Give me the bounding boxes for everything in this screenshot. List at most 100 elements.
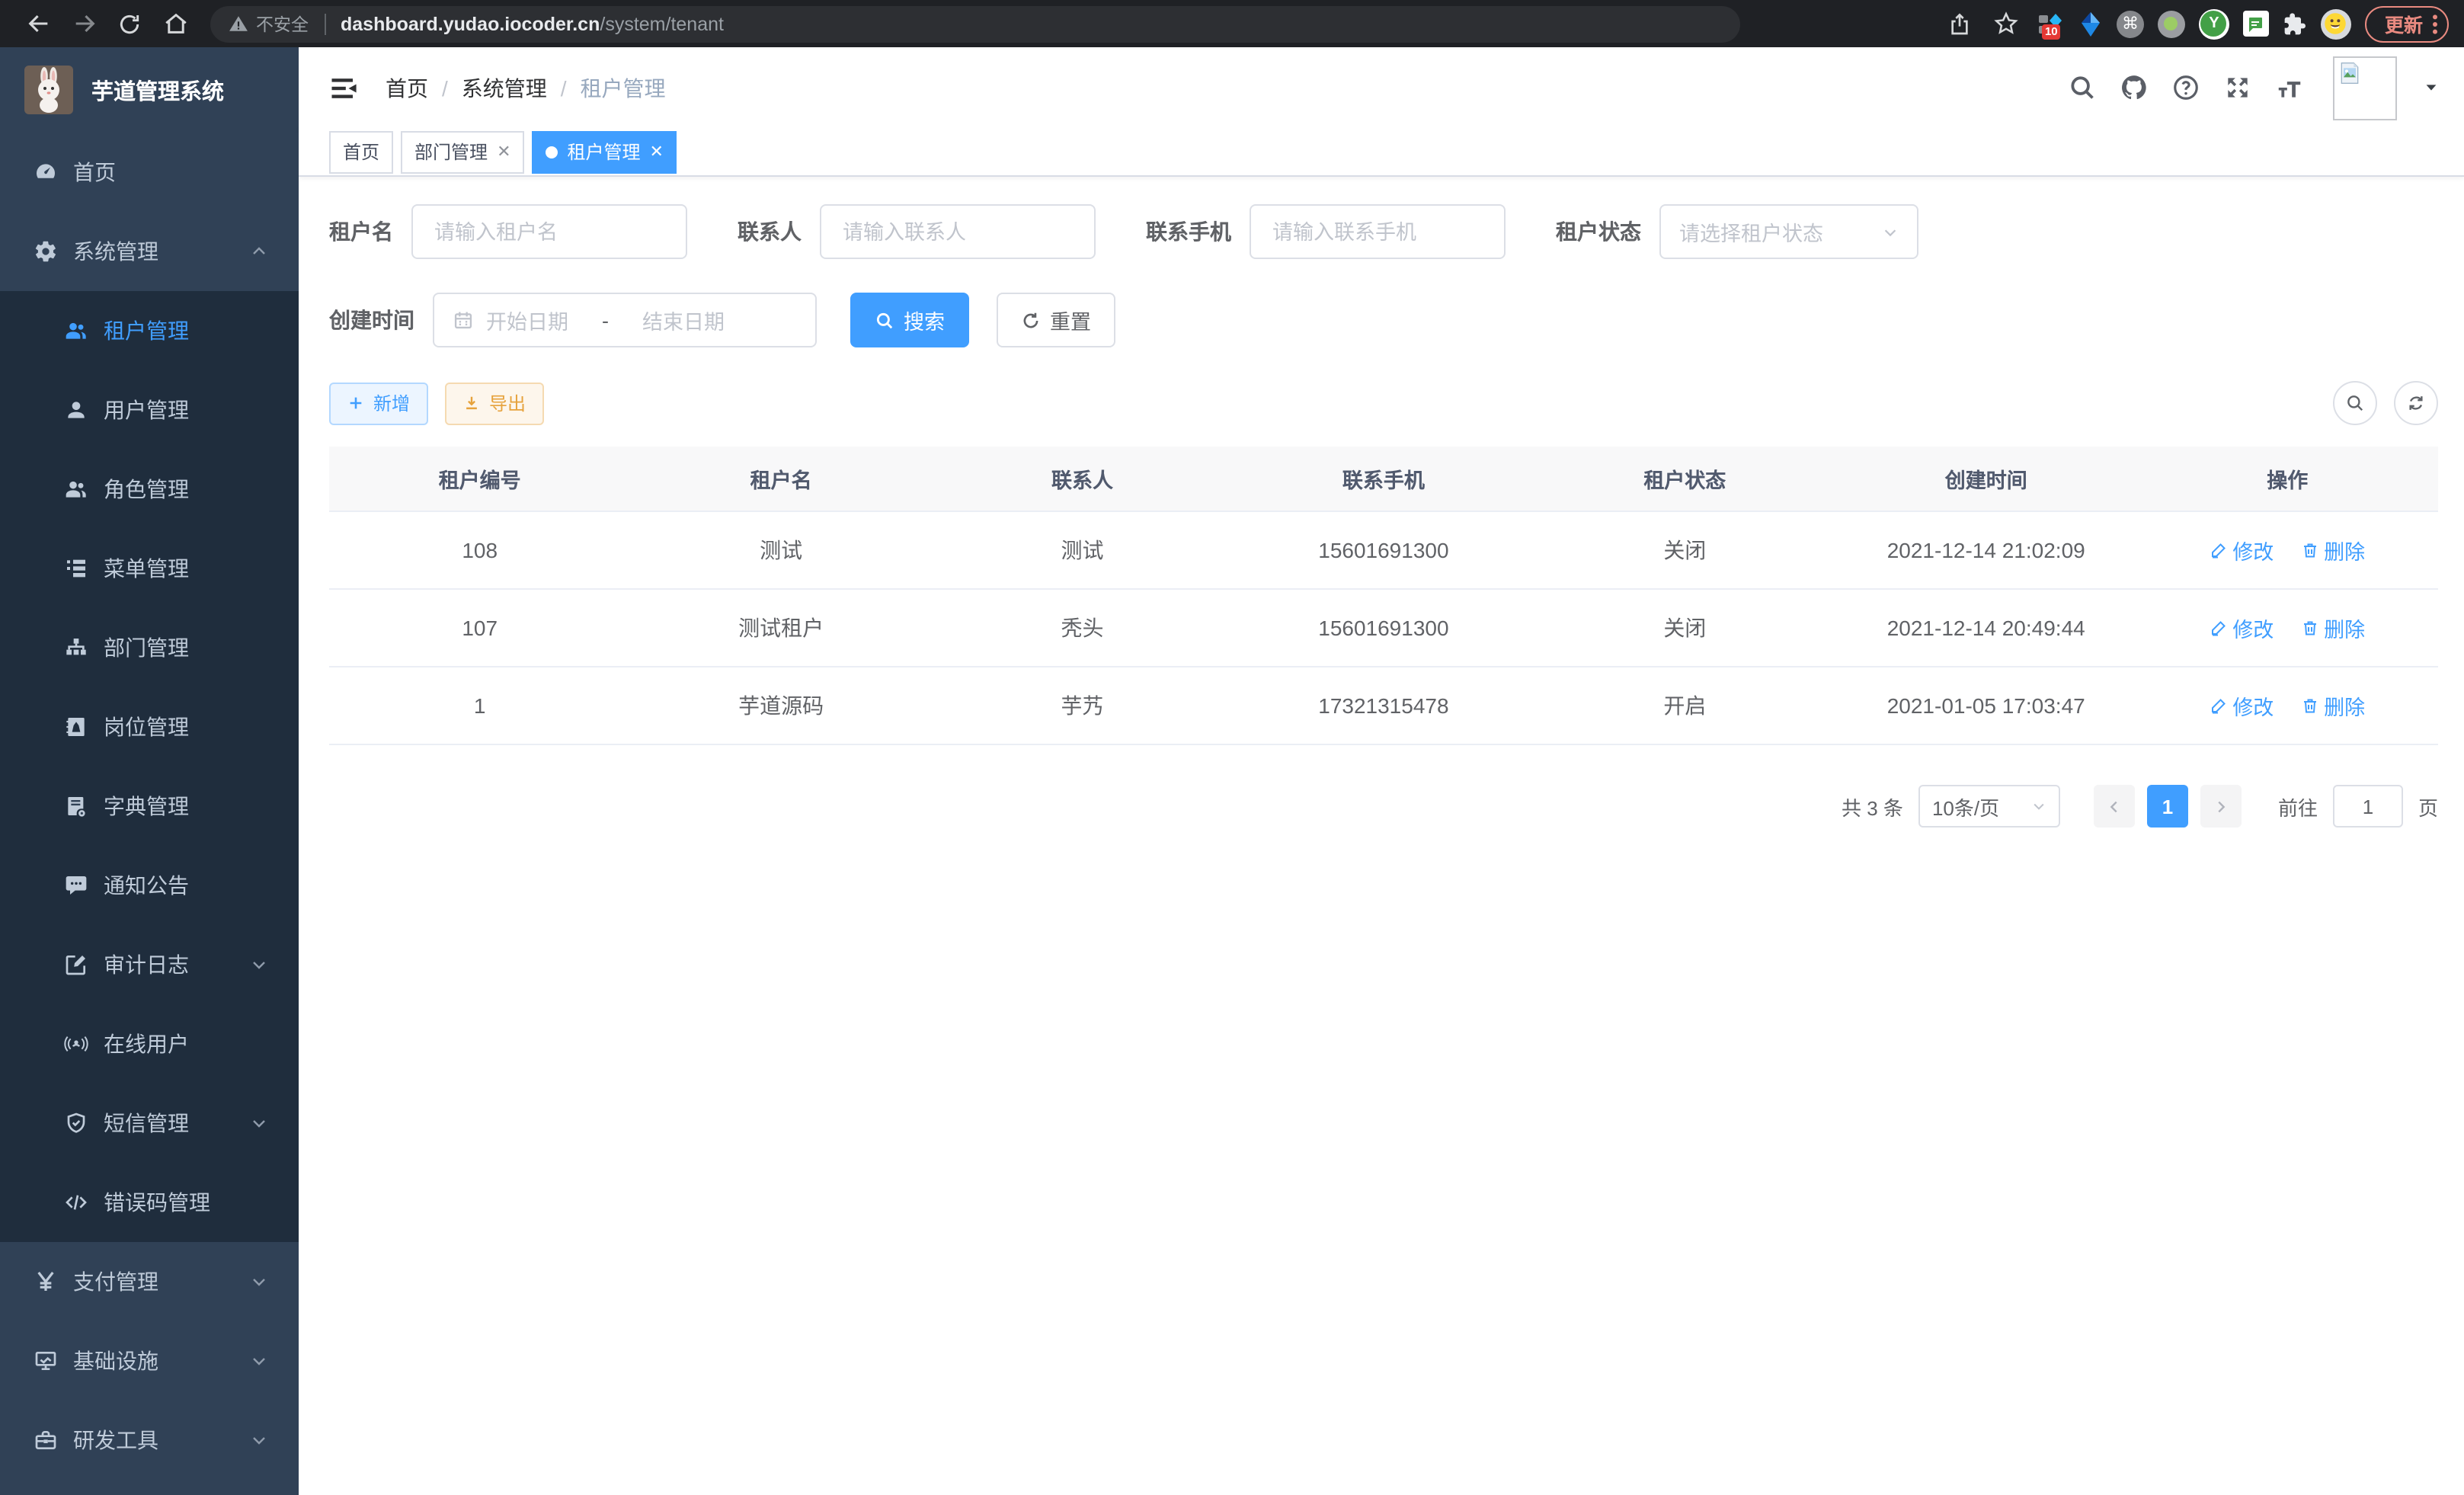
sidebar-item-audit-log[interactable]: 审计日志 [0,925,299,1004]
post-badge-icon [64,715,88,739]
refresh-icon [2406,393,2426,413]
table-row: 107 测试租户 秃头 15601691300 关闭 2021-12-14 20… [329,589,2438,667]
download-icon [463,395,480,411]
total-count: 共 3 条 [1842,792,1903,821]
app-logo[interactable]: 芋道管理系统 [0,47,299,133]
bookmark-star-icon[interactable] [1990,4,2024,43]
sidebar-item-home[interactable]: 首页 [0,133,299,212]
search-button[interactable]: 搜索 [850,293,969,347]
refresh-icon [1021,310,1041,330]
toggle-search-button[interactable] [2333,381,2377,425]
close-icon[interactable]: ✕ [497,142,510,162]
contact-input[interactable] [820,204,1096,259]
sidebar-item-payment[interactable]: 支付管理 [0,1242,299,1321]
delete-link[interactable]: 删除 [2301,690,2365,721]
calendar-icon [453,309,474,331]
chevron-left-icon [2106,798,2123,815]
sidebar-item-departments[interactable]: 部门管理 [0,608,299,687]
goto-page-input[interactable] [2333,785,2403,828]
sidebar-item-system[interactable]: 系统管理 [0,212,299,291]
extension-command-icon[interactable]: ⌘ [2117,10,2144,37]
reload-icon[interactable] [107,4,152,43]
avatar-caret-icon[interactable] [2423,79,2440,96]
status-select[interactable]: 请选择租户状态 [1659,204,1918,259]
date-end-placeholder: 结束日期 [642,305,725,335]
page-unit: 页 [2418,792,2438,821]
screen: 不安全 dashboard.yudao.iocoder.cn/system/te… [0,0,2464,1495]
share-icon[interactable] [1943,4,1976,43]
edit-link[interactable]: 修改 [2210,613,2274,643]
font-size-icon[interactable] [2275,73,2304,102]
back-icon[interactable] [15,4,61,43]
home-icon[interactable] [152,4,198,43]
sidebar-item-menus[interactable]: 菜单管理 [0,529,299,608]
active-dot [546,146,558,158]
sidebar-item-online-users[interactable]: 在线用户 [0,1004,299,1084]
edit-pencil-icon [2210,696,2228,715]
breadcrumb-parent[interactable]: 系统管理 [462,72,547,103]
security-warning[interactable]: 不安全 [229,11,309,36]
dashboard-icon [34,160,58,184]
sidebar-item-notices[interactable]: 通知公告 [0,846,299,925]
profile-avatar-icon[interactable] [2321,8,2351,39]
extensions-puzzle-icon[interactable] [2283,11,2307,36]
gear-icon [34,239,58,264]
prev-page-button[interactable] [2094,785,2135,828]
user-avatar[interactable] [2333,56,2397,120]
header-search-icon[interactable] [2068,73,2097,102]
delete-link[interactable]: 删除 [2301,613,2365,643]
broken-image-icon [2338,60,2362,85]
date-range-picker[interactable]: 开始日期 - 结束日期 [433,293,817,347]
add-button[interactable]: 新增 [329,382,428,424]
sidebar-item-sms[interactable]: 短信管理 [0,1084,299,1163]
breadcrumb-home[interactable]: 首页 [386,72,428,103]
extension-kite-icon[interactable] [2078,11,2103,36]
sidebar-item-error-codes[interactable]: 错误码管理 [0,1163,299,1242]
mobile-input[interactable] [1250,204,1506,259]
sidebar-item-posts[interactable]: 岗位管理 [0,687,299,767]
monitor-icon [34,1349,58,1373]
extension-tasks-icon[interactable]: 10 [2037,10,2065,37]
extension-chat-icon[interactable] [2243,11,2269,37]
chrome-update-button[interactable]: 更新 [2365,5,2449,42]
tenant-name-input[interactable] [411,204,687,259]
sidebar-item-users[interactable]: 用户管理 [0,370,299,450]
message-icon [64,873,88,898]
fullscreen-icon[interactable] [2223,73,2252,102]
online-broadcast-icon [64,1032,88,1056]
tag-dept[interactable]: 部门管理✕ [401,130,524,173]
goto-label: 前往 [2278,792,2318,821]
page-size-select[interactable]: 10条/页 [1918,785,2060,828]
delete-link[interactable]: 删除 [2301,535,2365,565]
edit-link[interactable]: 修改 [2210,535,2274,565]
extension-recorder-icon[interactable] [2158,10,2185,37]
close-icon[interactable]: ✕ [650,142,664,162]
help-icon[interactable] [2171,73,2200,102]
edit-link[interactable]: 修改 [2210,690,2274,721]
tag-home[interactable]: 首页 [329,130,393,173]
next-page-button[interactable] [2200,785,2242,828]
page-number-1[interactable]: 1 [2147,785,2188,828]
col-tenant-name: 租户名 [630,447,931,511]
tag-tenant[interactable]: 租户管理✕ [533,130,677,173]
kebab-menu-icon[interactable] [2432,13,2438,34]
browser-toolbar: 不安全 dashboard.yudao.iocoder.cn/system/te… [0,0,2464,47]
log-edit-icon [64,952,88,977]
sidebar-item-dict[interactable]: 字典管理 [0,767,299,846]
sidebar-fold-icon[interactable] [328,71,361,104]
col-mobile: 联系手机 [1233,447,1534,511]
extension-y-icon[interactable]: Y [2199,8,2229,39]
sidebar-item-roles[interactable]: 角色管理 [0,450,299,529]
sidebar-item-dev-tools[interactable]: 研发工具 [0,1401,299,1480]
sidebar-item-tenant[interactable]: 租户管理 [0,291,299,370]
export-button[interactable]: 导出 [445,382,544,424]
forward-icon[interactable] [61,4,107,43]
github-icon[interactable] [2120,73,2149,102]
url-bar[interactable]: 不安全 dashboard.yudao.iocoder.cn/system/te… [210,5,1740,42]
reset-button[interactable]: 重置 [997,293,1115,347]
yen-icon [34,1269,58,1294]
refresh-table-button[interactable] [2394,381,2438,425]
user-icon [64,398,88,422]
sidebar-item-infrastructure[interactable]: 基础设施 [0,1321,299,1401]
status-text: 开启 [1534,667,1835,744]
